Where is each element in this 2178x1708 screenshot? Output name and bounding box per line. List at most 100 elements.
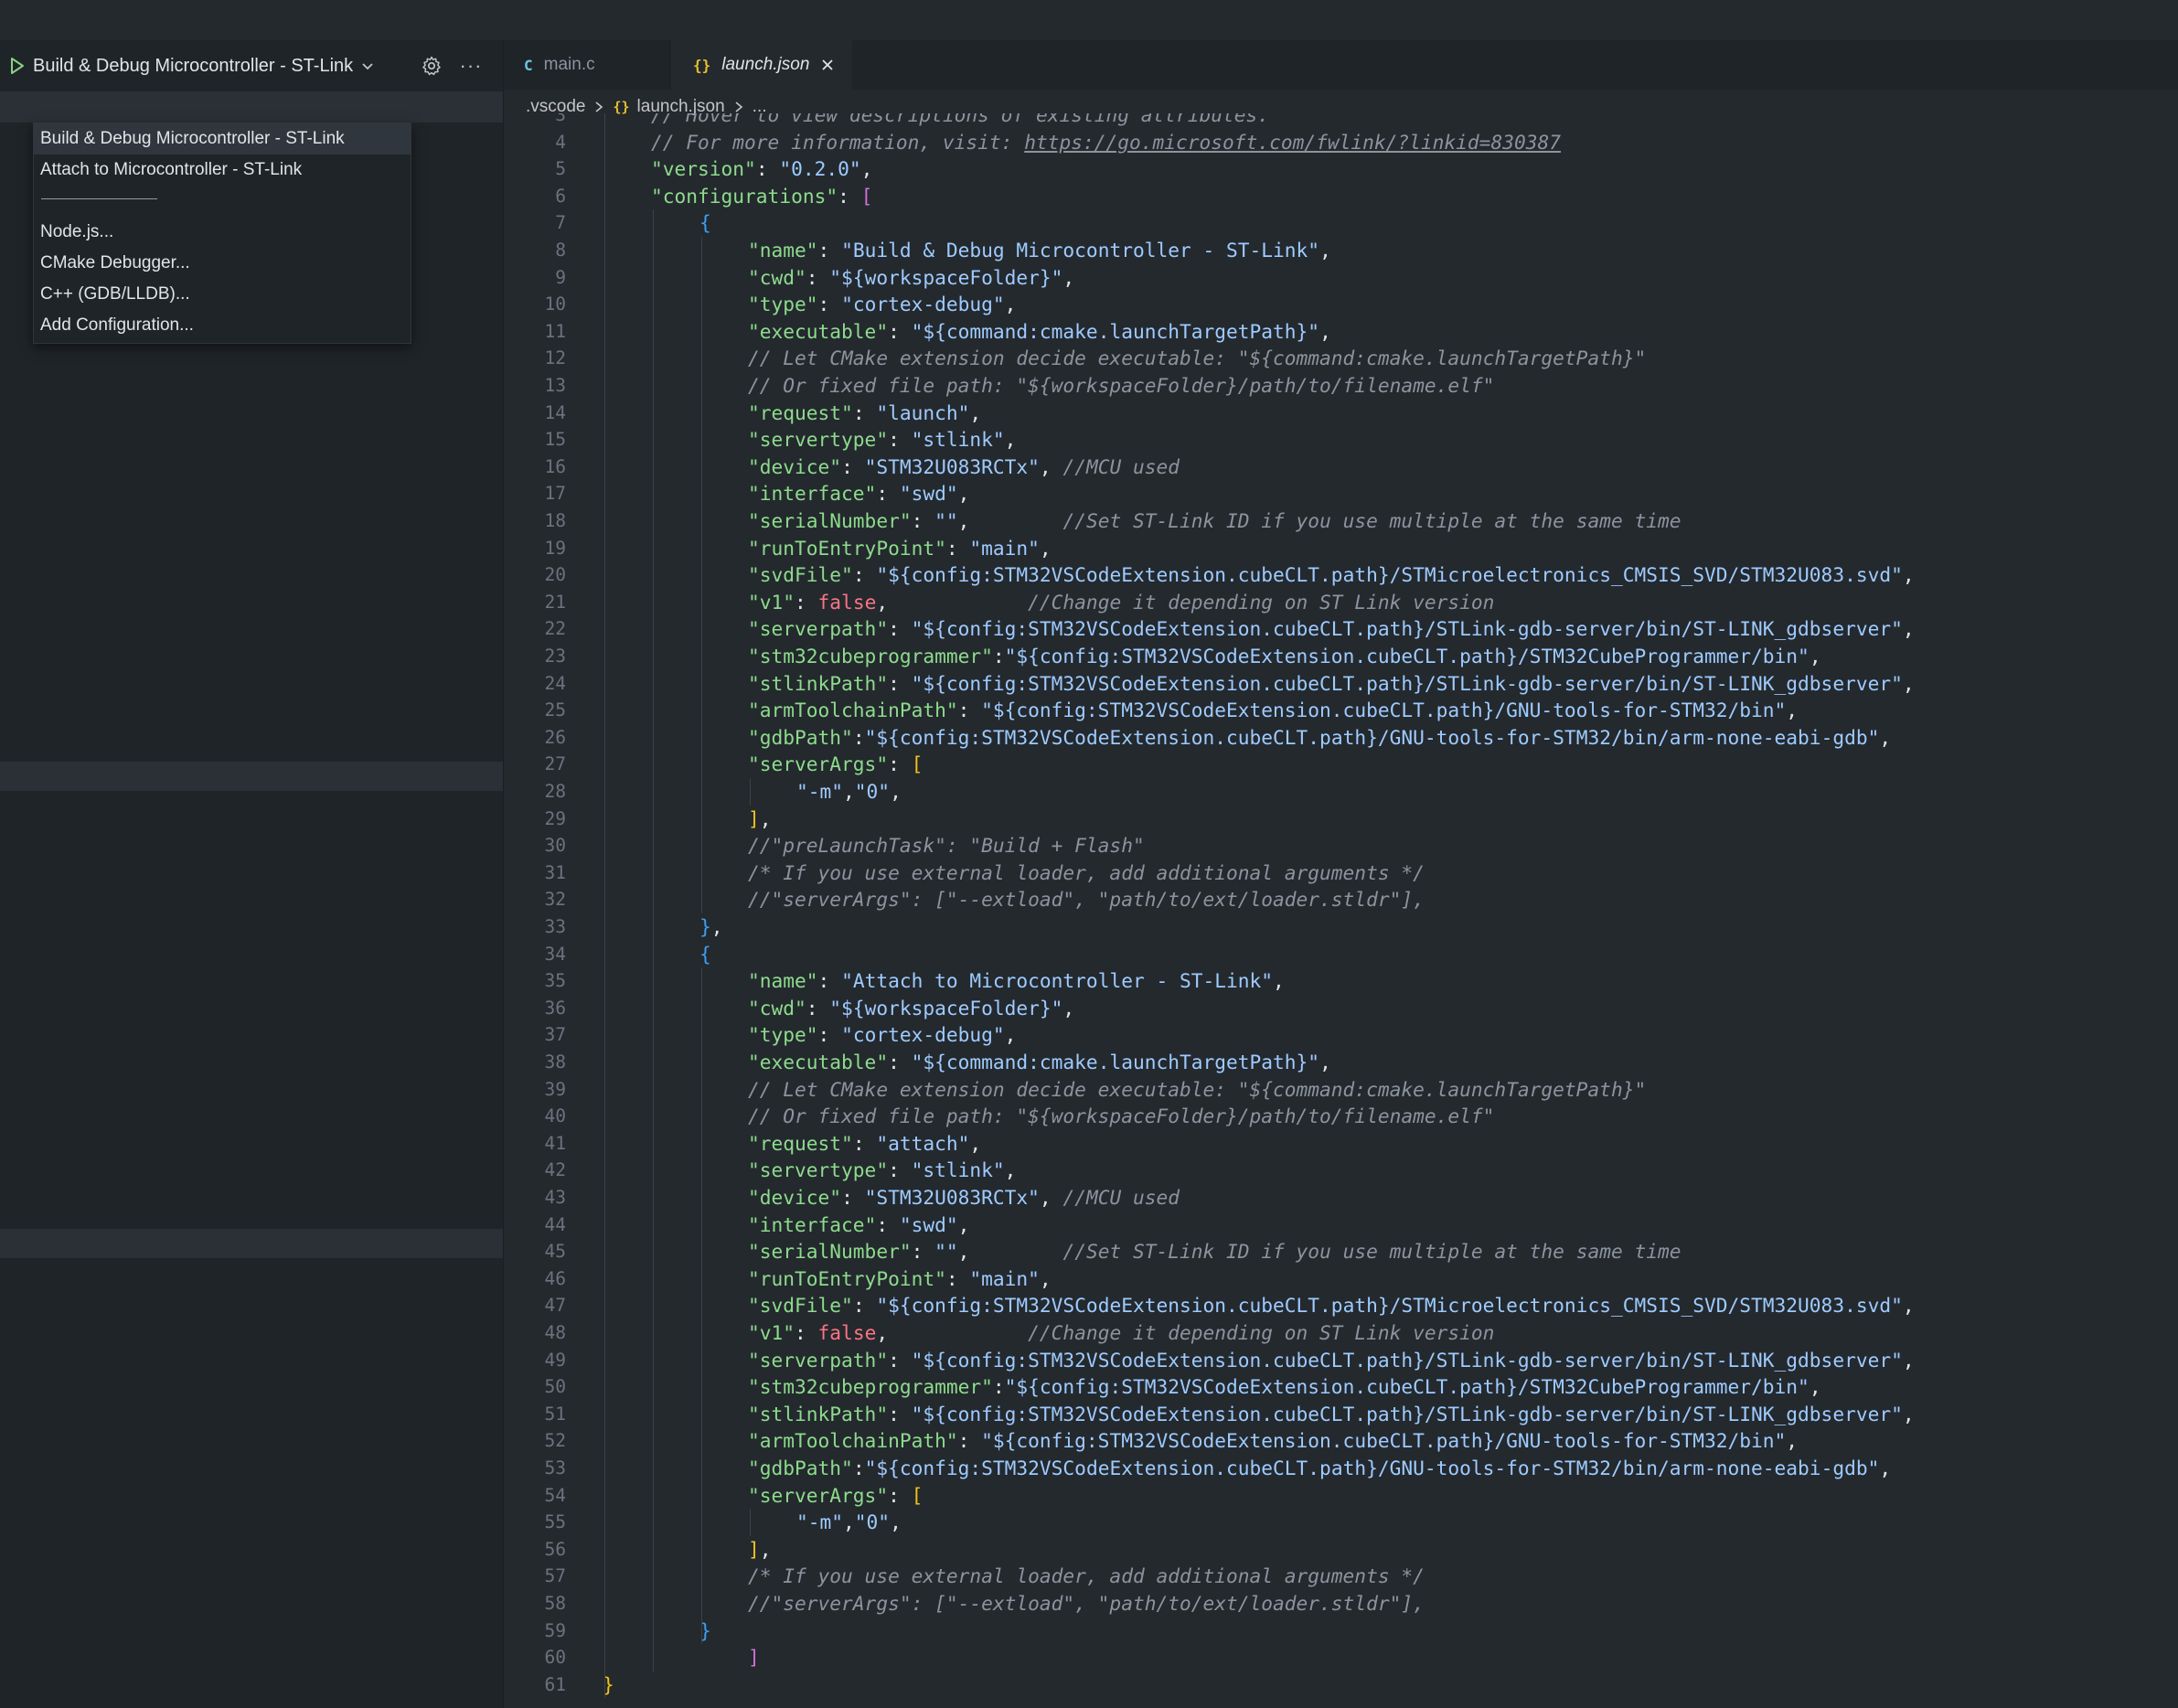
sidebar-section-header[interactable]	[0, 91, 503, 123]
code-token: "${config:STM32VSCodeExtension.cubeCLT.p…	[911, 671, 1903, 695]
code-line[interactable]: 38 "executable": "${command:cmake.launchT…	[504, 1049, 2178, 1076]
code-line[interactable]: 57 /* If you use external loader, add add…	[504, 1563, 2178, 1590]
code-line[interactable]: 47 "svdFile": "${config:STM32VSCodeExtens…	[504, 1292, 2178, 1319]
tab-main-c[interactable]: C main.c	[504, 40, 670, 90]
code-line[interactable]: 26 "gdbPath":"${config:STM32VSCodeExtensi…	[504, 724, 2178, 752]
line-number: 52	[544, 1430, 566, 1452]
code-line[interactable]: 22 "serverpath": "${config:STM32VSCodeExt…	[504, 615, 2178, 643]
code-line[interactable]: 32 //"serverArgs": ["--extload", "path/to…	[504, 886, 2178, 913]
code-line[interactable]: 14 "request": "launch",	[504, 400, 2178, 427]
code-line[interactable]: 54 "serverArgs": [	[504, 1482, 2178, 1510]
line-number: 7	[555, 212, 566, 234]
code-token: ,	[1902, 1348, 1915, 1372]
code-line[interactable]: 46 "runToEntryPoint": "main",	[504, 1265, 2178, 1293]
code-token: //Set ST-Link ID if you use multiple at …	[1062, 509, 1682, 532]
close-icon[interactable]	[819, 57, 836, 73]
code-line[interactable]: 48 "v1": false, //Change it depending on …	[504, 1319, 2178, 1347]
code-line[interactable]: 29],	[504, 806, 2178, 833]
line-number: 45	[544, 1241, 566, 1263]
code-line[interactable]: 16 "device": "STM32U083RCTx", //MCU used	[504, 454, 2178, 481]
code-line[interactable]: 55 "-m","0",	[504, 1509, 2178, 1536]
code-token: ""	[934, 509, 958, 532]
code-line[interactable]: 30 //"preLaunchTask": "Build + Flash"	[504, 832, 2178, 859]
code-token: :	[888, 1483, 912, 1507]
code-line[interactable]: 34 {	[504, 941, 2178, 968]
code-line[interactable]: 17 "interface": "swd",	[504, 480, 2178, 507]
code-line[interactable]: 43 "device": "STM32U083RCTx", //MCU used	[504, 1184, 2178, 1212]
code-line[interactable]: 35 "name": "Attach to Microcontroller - S…	[504, 967, 2178, 995]
code-line[interactable]: 49 "serverpath": "${config:STM32VSCodeExt…	[504, 1347, 2178, 1374]
sidebar-section-header[interactable]	[0, 762, 503, 791]
line-number: 23	[544, 646, 566, 667]
code-line[interactable]: 51 "stlinkPath": "${config:STM32VSCodeExt…	[504, 1401, 2178, 1428]
code-token: ,	[1319, 1051, 1331, 1073]
code-link[interactable]: https://go.microsoft.com/fwlink/?linkid=…	[1024, 131, 1561, 154]
code-line[interactable]: 27 "serverArgs": [	[504, 751, 2178, 778]
code-line[interactable]: 60]	[504, 1644, 2178, 1671]
code-line[interactable]: 8 "name": "Build & Debug Microcontroller …	[504, 237, 2178, 264]
code-line[interactable]: 11 "executable": "${command:cmake.launchT…	[504, 318, 2178, 346]
code-line[interactable]: 58 //"serverArgs": ["--extload", "path/to…	[504, 1590, 2178, 1617]
code-line[interactable]: 19 "runToEntryPoint": "main",	[504, 535, 2178, 562]
code-line[interactable]: 5 "version": "0.2.0",	[504, 155, 2178, 183]
code-line[interactable]: 21 "v1": false, //Change it depending on …	[504, 589, 2178, 616]
code-token: "${config:STM32VSCodeExtension.cubeCLT.p…	[864, 725, 1880, 749]
code-line[interactable]: 10 "type": "cortex-debug",	[504, 291, 2178, 318]
code-token: "${config:STM32VSCodeExtension.cubeCLT.p…	[864, 1457, 1880, 1479]
code-line[interactable]: 25 "armToolchainPath": "${config:STM32VSC…	[504, 697, 2178, 724]
code-line[interactable]: 37 "type": "cortex-debug",	[504, 1021, 2178, 1049]
more-actions-icon[interactable]: ···	[457, 53, 485, 79]
start-debugging-play-icon[interactable]	[7, 55, 27, 77]
code-line[interactable]: 45 "serialNumber": "", //Set ST-Link ID i…	[504, 1238, 2178, 1265]
code-line[interactable]: 20 "svdFile": "${config:STM32VSCodeExtens…	[504, 561, 2178, 589]
code-line[interactable]: 9 "cwd": "${workspaceFolder}",	[504, 264, 2178, 292]
code-line[interactable]: 50 "stm32cubeprogrammer":"${config:STM32V…	[504, 1373, 2178, 1401]
tab-launch-json[interactable]: {} launch.json	[671, 40, 852, 90]
code-line[interactable]: 40 // Or fixed file path: "${workspaceFol…	[504, 1103, 2178, 1130]
code-line[interactable]: 13 // Or fixed file path: "${workspaceFol…	[504, 372, 2178, 400]
dropdown-item-cmake-debugger[interactable]: CMake Debugger...	[34, 248, 411, 279]
code-line[interactable]: 42 "servertype": "stlink",	[504, 1157, 2178, 1184]
code-line[interactable]: 18 "serialNumber": "", //Set ST-Link ID i…	[504, 507, 2178, 535]
code-line[interactable]: 7{	[504, 209, 2178, 237]
code-token: "version"	[651, 157, 756, 181]
line-number: 29	[544, 807, 566, 829]
code-line[interactable]: 31 /* If you use external loader, add add…	[504, 859, 2178, 887]
code-line[interactable]: 44 "interface": "swd",	[504, 1212, 2178, 1239]
code-token: // Hover to view descriptions of existin…	[651, 113, 1270, 126]
code-line[interactable]: 59}	[504, 1617, 2178, 1645]
code-line[interactable]: 24 "stlinkPath": "${config:STM32VSCodeExt…	[504, 670, 2178, 698]
dropdown-item-attach[interactable]: Attach to Microcontroller - ST-Link	[34, 155, 411, 186]
code-line[interactable]: 56],	[504, 1536, 2178, 1564]
code-token: "runToEntryPoint"	[748, 536, 946, 560]
sidebar-section-header[interactable]	[0, 1229, 503, 1258]
code-line[interactable]: 53 "gdbPath":"${config:STM32VSCodeExtensi…	[504, 1455, 2178, 1482]
code-line[interactable]: 3 // Hover to view descriptions of existi…	[504, 113, 2178, 129]
dropdown-item-cpp-gdb-lldb[interactable]: C++ (GDB/LLDB)...	[34, 279, 411, 310]
code-line[interactable]: 33},	[504, 913, 2178, 941]
code-line[interactable]: 12 // Let CMake extension decide executab…	[504, 345, 2178, 372]
code-token: "main"	[969, 1266, 1040, 1290]
code-token: "stlinkPath"	[748, 671, 889, 695]
code-line[interactable]: 15 "servertype": "stlink",	[504, 426, 2178, 454]
dropdown-item-add-configuration[interactable]: Add Configuration...	[34, 310, 411, 341]
code-text: "device": "STM32U083RCTx", //MCU used	[748, 1184, 1180, 1212]
code-line[interactable]: 61}	[504, 1671, 2178, 1699]
debug-config-select[interactable]: Build & Debug Microcontroller - ST-Link	[33, 49, 377, 82]
code-token: ,	[1902, 671, 1915, 695]
code-line[interactable]: 4 // For more information, visit: https:/…	[504, 129, 2178, 156]
code-token: ,	[890, 780, 902, 803]
code-line[interactable]: 36 "cwd": "${workspaceFolder}",	[504, 995, 2178, 1022]
code-token: :	[817, 1023, 842, 1047]
code-line[interactable]: 52 "armToolchainPath": "${config:STM32VSC…	[504, 1427, 2178, 1455]
code-line[interactable]: 23 "stm32cubeprogrammer":"${config:STM32V…	[504, 643, 2178, 670]
code-line[interactable]: 6 "configurations": [	[504, 183, 2178, 210]
code-editor[interactable]: 3 // Hover to view descriptions of existi…	[504, 113, 2178, 1708]
code-token: ]	[748, 1537, 760, 1561]
gear-icon[interactable]	[419, 53, 444, 79]
code-line[interactable]: 28 "-m","0",	[504, 778, 2178, 806]
code-line[interactable]: 41 "request": "attach",	[504, 1130, 2178, 1158]
dropdown-item-nodejs[interactable]: Node.js...	[34, 217, 411, 248]
code-line[interactable]: 39 // Let CMake extension decide executab…	[504, 1076, 2178, 1104]
dropdown-item-build-debug[interactable]: Build & Debug Microcontroller - ST-Link	[34, 123, 411, 155]
